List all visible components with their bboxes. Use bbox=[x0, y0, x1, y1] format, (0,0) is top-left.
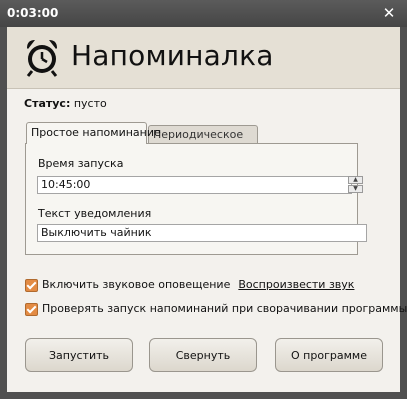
check-on-minimize-checkbox[interactable] bbox=[25, 302, 38, 316]
status-value: пусто bbox=[73, 97, 107, 110]
check-option-row: Проверять запуск напоминаний при сворачи… bbox=[25, 302, 407, 316]
play-sound-link[interactable]: Воспроизвести звук bbox=[238, 278, 354, 291]
header-banner: Напоминалка bbox=[7, 27, 400, 89]
check-on-minimize-label[interactable]: Проверять запуск напоминаний при сворачи… bbox=[42, 302, 407, 315]
text-label: Текст уведомления bbox=[38, 207, 152, 220]
app-title: Напоминалка bbox=[71, 39, 274, 72]
sound-checkbox[interactable] bbox=[25, 278, 38, 292]
tab-periodic[interactable]: Периодическое bbox=[148, 125, 258, 143]
spin-down-icon[interactable]: ▼ bbox=[348, 185, 363, 193]
close-icon[interactable]: ✕ bbox=[380, 4, 398, 22]
status-line: Статус: пусто bbox=[24, 97, 107, 110]
spin-up-icon[interactable]: ▲ bbox=[348, 176, 363, 184]
time-field[interactable]: 10:45:00 bbox=[37, 176, 352, 194]
sound-label[interactable]: Включить звуковое оповещение bbox=[42, 278, 230, 291]
alarm-clock-icon bbox=[26, 40, 58, 77]
client-area: Напоминалка Статус: пусто Простое напоми… bbox=[7, 27, 407, 392]
status-label: Статус: bbox=[24, 97, 71, 110]
time-spinner: ▲ ▼ bbox=[348, 176, 365, 194]
app-window: 0:03:00 ✕ Напоминалка Статус: пусто Прос… bbox=[0, 0, 407, 399]
minimize-button[interactable]: Свернуть bbox=[149, 338, 257, 372]
about-button[interactable]: О программе bbox=[275, 338, 383, 372]
time-label: Время запуска bbox=[38, 157, 124, 170]
title-bar[interactable]: 0:03:00 ✕ bbox=[0, 0, 407, 27]
window-title: 0:03:00 bbox=[7, 6, 59, 20]
sound-option-row: Включить звуковое оповещение Воспроизвест… bbox=[25, 278, 354, 292]
tab-panel: Время запуска 10:45:00 ▲ ▼ Текст уведомл… bbox=[25, 143, 367, 255]
tab-simple-reminder[interactable]: Простое напоминание bbox=[26, 122, 161, 144]
notification-text-field[interactable]: Выключить чайник bbox=[37, 224, 367, 242]
start-button[interactable]: Запустить bbox=[25, 338, 133, 372]
